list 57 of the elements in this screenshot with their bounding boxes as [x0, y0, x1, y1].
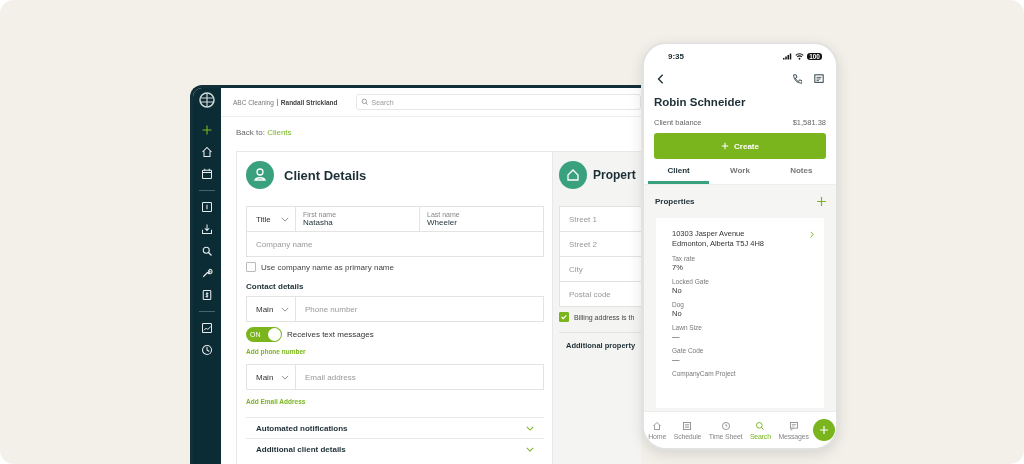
checkbox-label: Use company name as primary name [261, 262, 394, 272]
email-address-field[interactable]: Email address [295, 364, 544, 390]
message-icon [788, 420, 799, 431]
plus-icon [721, 142, 730, 150]
clients-link[interactable]: Clients [267, 128, 292, 137]
tab[interactable]: Notes [770, 166, 832, 184]
signal-icon [783, 53, 793, 60]
globe-logo-icon [199, 92, 215, 108]
phone-icon[interactable] [792, 74, 802, 84]
wifi-icon [795, 53, 805, 60]
tab[interactable]: Work [709, 166, 771, 184]
house-icon [559, 161, 587, 189]
panel-title: Propert [593, 168, 636, 182]
schedule-icon [682, 420, 693, 431]
company-name-field[interactable]: Company name [246, 231, 544, 257]
home-icon[interactable] [201, 146, 213, 158]
download-tray-icon[interactable] [201, 223, 213, 235]
address-field[interactable]: Street 2 [559, 231, 641, 257]
search-icon [755, 420, 766, 431]
chevron-icon [281, 216, 289, 222]
title-dropdown[interactable]: Title [246, 206, 296, 232]
address-field[interactable]: Street 1 [559, 206, 641, 232]
search-icon [360, 98, 369, 106]
address-field[interactable]: City [559, 256, 641, 282]
chevron-icon [281, 306, 289, 312]
chevron-icon [281, 374, 289, 380]
card-title: Client Details [284, 167, 367, 183]
accordion-row[interactable]: Automated notifications [246, 417, 544, 438]
create-button[interactable]: Create [654, 133, 826, 159]
chevron-icon [526, 425, 534, 431]
section-heading: Contact details [246, 282, 305, 291]
address-field[interactable]: Postal code [559, 281, 641, 307]
message-icon[interactable] [814, 74, 824, 84]
accordion-row[interactable]: Additional client details [246, 438, 544, 459]
section-heading: Properties [655, 197, 695, 206]
status-time: 9:35 [668, 52, 684, 61]
clock-icon [720, 420, 731, 431]
phone-number-field[interactable]: Phone number [295, 296, 544, 322]
invoice-icon[interactable] [201, 289, 213, 301]
home-icon [652, 420, 663, 431]
client-name: Robin Schneider [653, 95, 747, 108]
checkbox[interactable] [246, 262, 256, 272]
plus-icon [818, 425, 829, 435]
checkbox[interactable] [559, 312, 569, 322]
person-icon [246, 161, 274, 189]
back-icon[interactable] [656, 74, 666, 84]
email-type-dropdown[interactable]: Main [246, 364, 296, 390]
wrench-icon[interactable] [201, 267, 213, 279]
phone-type-dropdown[interactable]: Main [246, 296, 296, 322]
search-document-icon[interactable] [201, 245, 213, 257]
toggle-label: Receives text messages [287, 330, 374, 339]
plus-icon[interactable] [201, 124, 213, 136]
calendar-icon[interactable] [201, 168, 213, 180]
report-chart-icon[interactable] [201, 322, 213, 334]
breadcrumb: Back to: Clients [236, 128, 293, 137]
clock-icon[interactable] [201, 344, 213, 356]
chevron-icon [526, 446, 534, 452]
